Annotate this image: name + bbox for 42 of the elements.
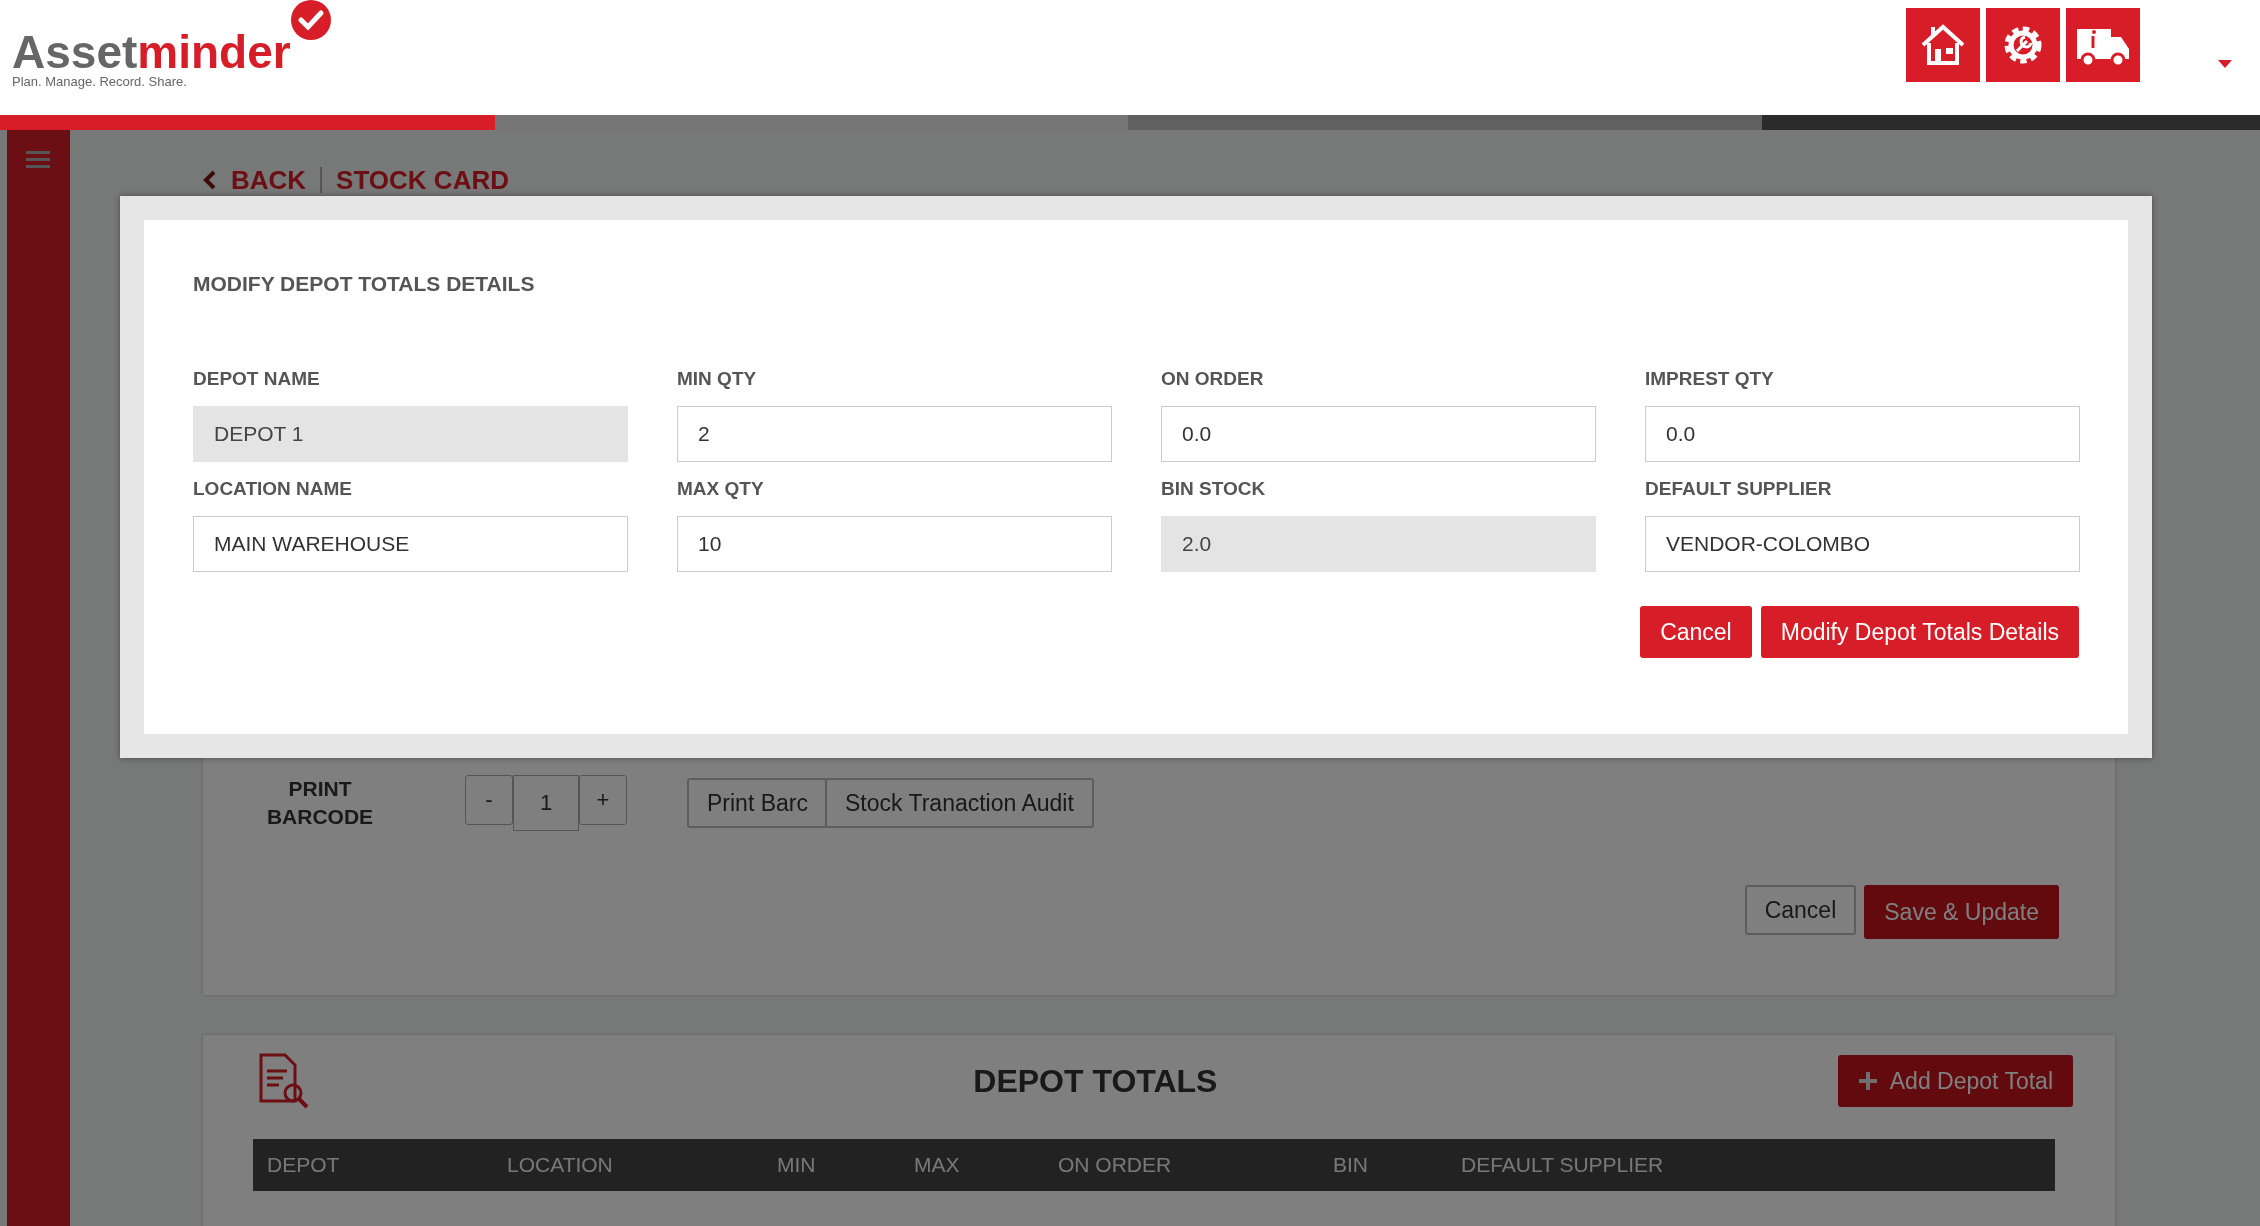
vehicle-info-button[interactable]: [2066, 8, 2140, 82]
field-label: DEFAULT SUPPLIER: [1645, 478, 1833, 500]
plus-icon: [1857, 1071, 1878, 1091]
cancel-button[interactable]: Cancel: [1744, 885, 1857, 935]
page-title: STOCK CARD: [336, 164, 509, 196]
settings-button[interactable]: [1986, 8, 2060, 82]
field-label: ON ORDER: [1161, 368, 1265, 390]
section-title: DEPOT TOTALS: [973, 1062, 1218, 1100]
column-header: MIN: [776, 1153, 817, 1177]
input-field[interactable]: 2: [677, 406, 1112, 462]
input-field[interactable]: VENDOR-COLOMBO: [1645, 516, 2080, 572]
caret-icon[interactable]: [2218, 60, 2232, 68]
print-barcode-label: PRINT BARCODE: [265, 776, 375, 830]
back-link[interactable]: BACK: [203, 164, 307, 196]
print-barcode-button[interactable]: Print Barc: [687, 778, 827, 828]
save-button[interactable]: Save & Update: [1864, 885, 2059, 939]
home-button[interactable]: [1906, 8, 1980, 82]
submit-button[interactable]: Modify Depot Totals Details: [1760, 606, 2079, 658]
field-label: MIN QTY: [677, 368, 758, 390]
field-label: BIN STOCK: [1161, 478, 1267, 500]
column-header: DEFAULT SUPPLIER: [1460, 1153, 1665, 1177]
input-field[interactable]: 0.0: [1161, 406, 1596, 462]
modal-title: MODIFY DEPOT TOTALS DETAILS: [193, 272, 536, 296]
quantity-field[interactable]: 1: [513, 775, 579, 831]
field-label: IMPREST QTY: [1645, 368, 1775, 390]
column-header: DEPOT: [266, 1153, 341, 1177]
input-field[interactable]: 0.0: [1645, 406, 2080, 462]
column-header: LOCATION: [506, 1153, 614, 1177]
column-header: BIN: [1332, 1153, 1369, 1177]
stock-audit-button[interactable]: Stock Tranaction Audit: [825, 778, 1094, 828]
cancel-button[interactable]: Cancel: [1640, 606, 1752, 658]
field-label: MAX QTY: [677, 478, 765, 500]
increment-button[interactable]: +: [579, 775, 627, 825]
column-header: ON ORDER: [1057, 1153, 1173, 1177]
field-label: LOCATION NAME: [193, 478, 354, 500]
column-header: MAX: [913, 1153, 961, 1177]
field-label: DEPOT NAME: [193, 368, 321, 390]
input-field[interactable]: MAIN WAREHOUSE: [193, 516, 628, 572]
add-depot-total-button[interactable]: Add Depot Total: [1837, 1055, 2073, 1107]
decrement-button[interactable]: -: [465, 775, 513, 825]
chevron-left-icon: [203, 170, 217, 190]
input-field[interactable]: 10: [677, 516, 1112, 572]
